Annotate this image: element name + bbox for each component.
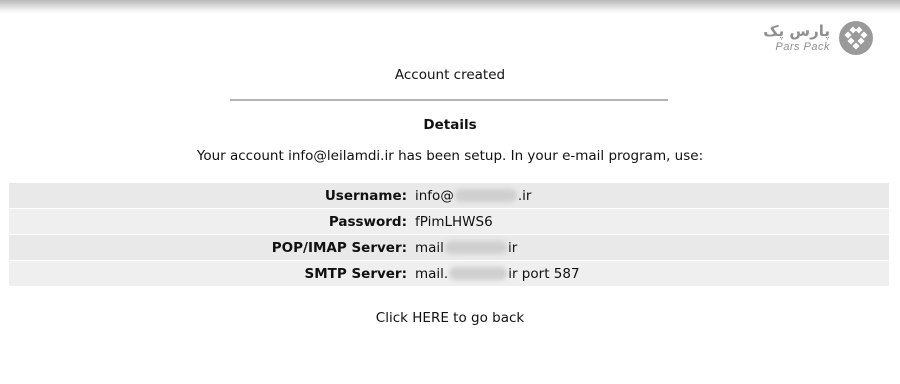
password-label: Password: <box>328 213 407 230</box>
username-value[interactable]: info@ .ir <box>415 188 889 204</box>
pop-imap-value[interactable]: mail ir <box>415 240 889 256</box>
logo-english-text: Pars Pack <box>775 40 830 53</box>
account-created-status: Account created <box>394 67 506 83</box>
account-info-table: Username: info@ .ir Password: fPimLHWS6 P… <box>9 183 889 287</box>
logo-persian-text: پارس پک <box>763 21 830 40</box>
divider <box>230 99 668 101</box>
logo-text: پارس پک Pars Pack <box>763 21 830 53</box>
username-suffix: .ir <box>517 187 532 204</box>
go-back-link[interactable]: HERE <box>412 310 449 326</box>
table-row-password: Password: fPimLHWS6 <box>9 209 889 234</box>
redacted-domain <box>454 189 517 202</box>
username-label: Username: <box>324 187 407 204</box>
setup-prefix: Your account <box>196 148 284 164</box>
account-email: info@leilamdi.ir <box>288 148 394 164</box>
go-back-suffix: to go back <box>453 310 525 326</box>
redacted-domain <box>444 241 507 254</box>
smtp-value[interactable]: mail. ir port 587 <box>415 266 889 282</box>
smtp-prefix: mail. <box>415 265 449 282</box>
setup-suffix: has been setup. In your e-mail program, … <box>398 148 704 164</box>
table-row-username: Username: info@ .ir <box>9 183 889 208</box>
go-back-prefix: Click <box>375 310 408 326</box>
password-value[interactable]: fPimLHWS6 <box>415 214 889 230</box>
table-row-smtp: SMTP Server: mail. ir port 587 <box>9 261 889 286</box>
username-prefix: info@ <box>415 187 454 204</box>
parspack-logo-icon <box>839 21 873 55</box>
pop-imap-label: POP/IMAP Server: <box>271 239 407 256</box>
table-row-pop-imap: POP/IMAP Server: mail ir <box>9 235 889 260</box>
details-heading: Details <box>423 117 477 133</box>
parspack-logo: پارس پک Pars Pack <box>763 20 874 56</box>
redacted-domain <box>449 267 508 280</box>
pop-imap-suffix: ir <box>507 239 518 256</box>
smtp-suffix: ir port 587 <box>508 265 580 282</box>
go-back-line: Click HERE to go back <box>0 310 900 326</box>
top-shadow-bar <box>0 0 900 14</box>
pop-imap-prefix: mail <box>415 239 444 256</box>
setup-message: Your account info@leilamdi.ir has been s… <box>0 148 900 164</box>
smtp-label: SMTP Server: <box>304 265 407 282</box>
